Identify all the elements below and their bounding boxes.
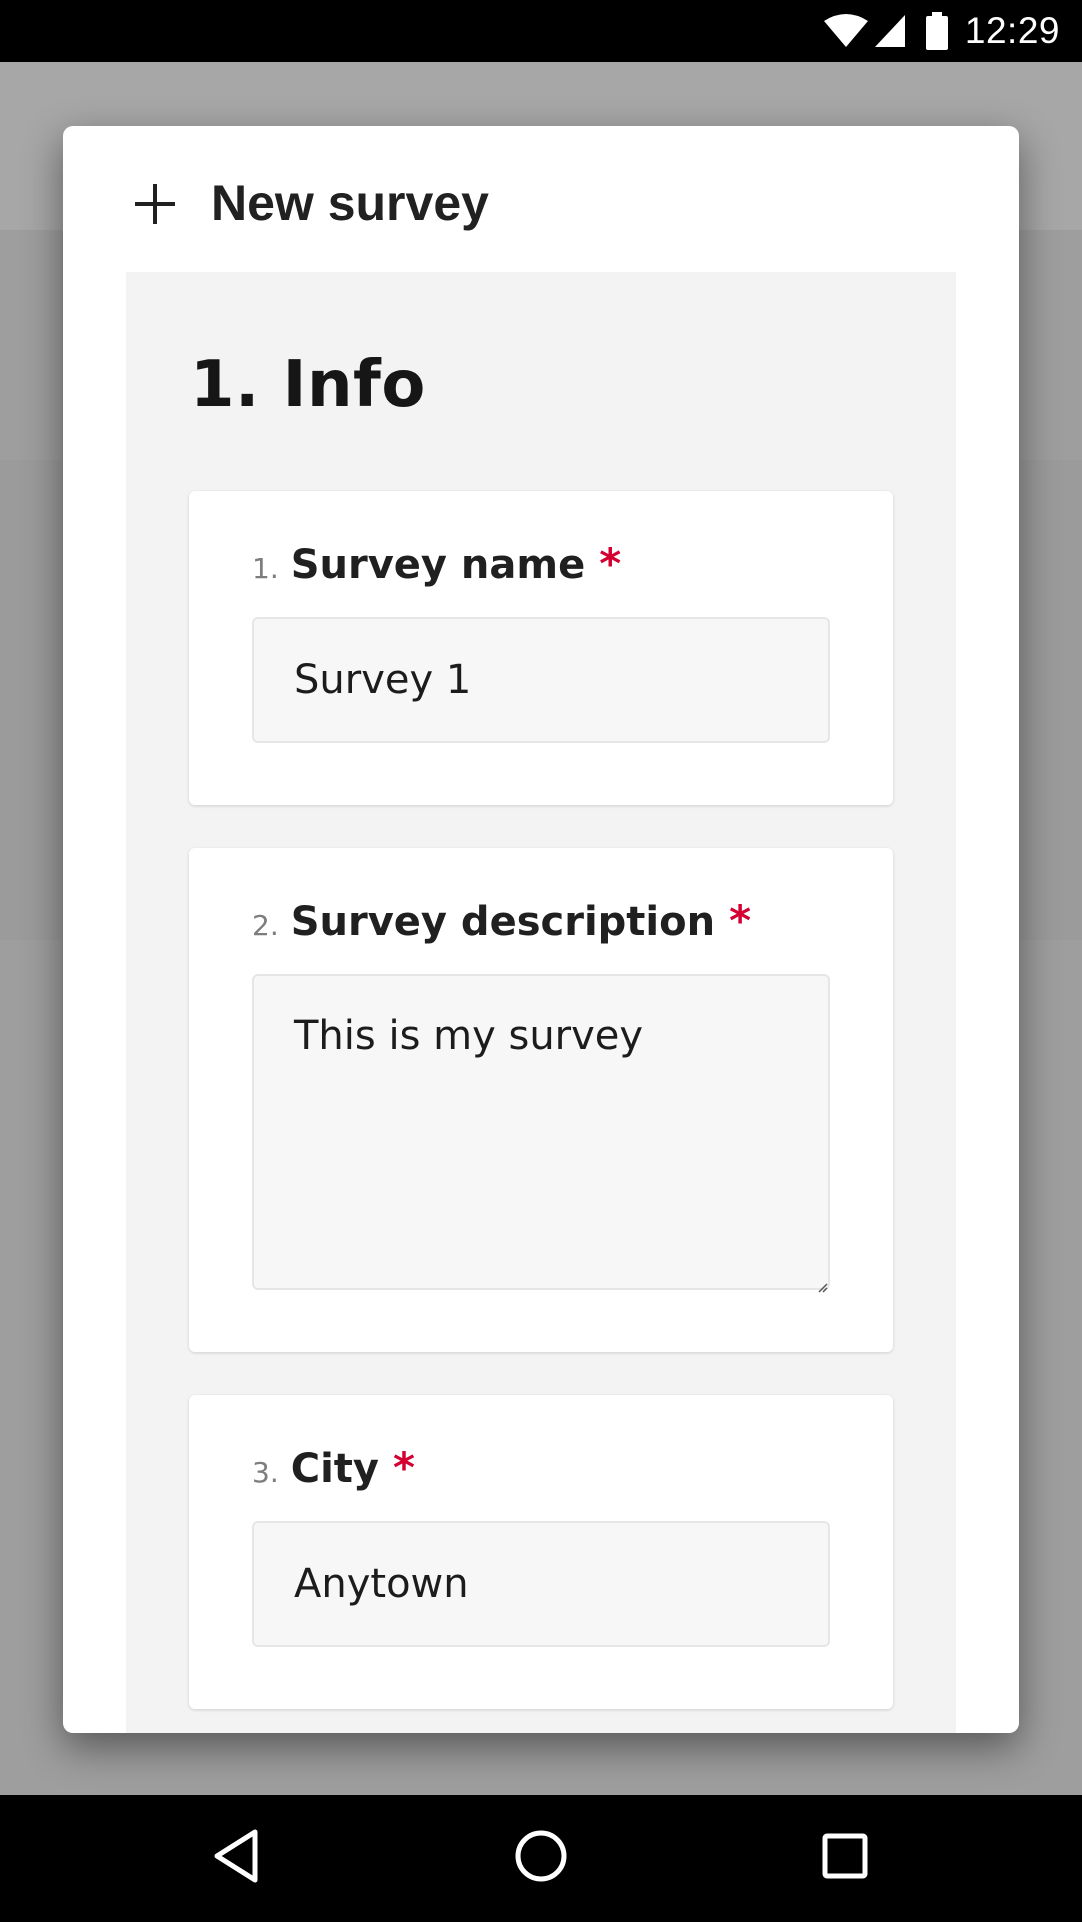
status-icons: 12:29 [823, 0, 1060, 62]
dialog-body[interactable]: 1. Info 1. Survey name * 2. Survey descr… [126, 272, 956, 1733]
question-number: 3. [252, 1456, 279, 1489]
back-icon [211, 1829, 261, 1887]
recents-button[interactable] [810, 1823, 880, 1893]
home-button[interactable] [506, 1823, 576, 1893]
question-card-city: 3. City * [189, 1395, 893, 1709]
wifi-icon [823, 13, 869, 49]
city-input[interactable] [252, 1521, 830, 1647]
plus-icon [135, 184, 175, 224]
question-header: 3. City * [252, 1443, 415, 1492]
dialog-title: New survey [211, 175, 489, 231]
dialog-header: New survey [63, 126, 1019, 272]
navigation-bar [0, 1795, 1082, 1922]
question-card-survey-name: 1. Survey name * [189, 491, 893, 805]
survey-name-input[interactable] [252, 617, 830, 743]
question-header: 1. Survey name * [252, 539, 621, 588]
recents-icon [822, 1833, 868, 1883]
cell-signal-icon [873, 13, 907, 49]
question-header: 2. Survey description * [252, 896, 751, 945]
section-title: 1. Info [190, 348, 426, 422]
status-bar: 12:29 [0, 0, 1082, 62]
question-card-survey-description: 2. Survey description * This is my surve… [189, 848, 893, 1352]
resize-handle-icon[interactable] [818, 1278, 828, 1293]
home-icon [514, 1829, 568, 1887]
new-survey-dialog: New survey 1. Info 1. Survey name * 2. S… [63, 126, 1019, 1733]
question-number: 1. [252, 552, 279, 585]
question-number: 2. [252, 909, 279, 942]
required-asterisk: * [392, 1443, 415, 1492]
background-card-edge [1018, 460, 1082, 940]
screen: 12:29 New survey 1. Info 1. Survey name … [0, 0, 1082, 1922]
required-asterisk: * [729, 896, 752, 945]
status-time: 12:29 [964, 10, 1060, 51]
battery-icon [925, 12, 949, 50]
question-title: Survey name [290, 542, 586, 588]
question-title: City [290, 1446, 379, 1492]
question-title: Survey description [290, 899, 716, 945]
required-asterisk: * [599, 539, 622, 588]
survey-description-textarea[interactable]: This is my survey [252, 974, 830, 1290]
background-card-edge [0, 460, 64, 940]
back-button[interactable] [201, 1823, 271, 1893]
